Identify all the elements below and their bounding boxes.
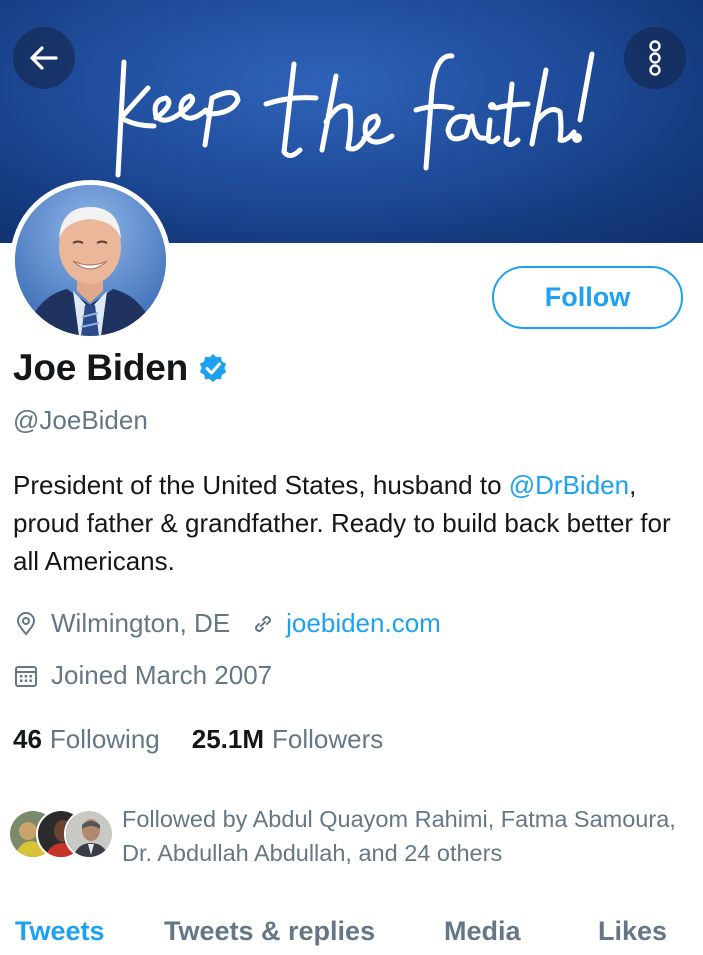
avatar-photo bbox=[15, 185, 166, 336]
followers-stat[interactable]: 25.1M Followers bbox=[192, 724, 384, 755]
profile-location-row: Wilmington, DE joebiden.com bbox=[13, 608, 441, 639]
profile-location: Wilmington, DE bbox=[51, 608, 231, 638]
followed-by-text: Followed by Abdul Quayom Rahimi, Fatma S… bbox=[122, 806, 676, 866]
link-icon bbox=[250, 611, 276, 637]
profile-tabs: Tweets Tweets & replies Media Likes bbox=[0, 912, 703, 955]
tab-likes[interactable]: Likes bbox=[598, 916, 667, 947]
verified-badge-icon bbox=[198, 353, 228, 383]
profile-stats: 46 Following 25.1M Followers bbox=[13, 724, 415, 755]
followed-by-avatars bbox=[8, 809, 118, 861]
tab-tweets[interactable]: Tweets bbox=[15, 916, 105, 947]
profile-name: Joe Biden bbox=[13, 347, 189, 388]
followers-label: Followers bbox=[272, 724, 384, 754]
arrow-left-icon bbox=[30, 46, 58, 70]
following-count: 46 bbox=[13, 724, 42, 754]
profile-avatar[interactable] bbox=[10, 180, 171, 341]
follower-avatar bbox=[64, 809, 114, 859]
bio-mention-link[interactable]: @DrBiden bbox=[509, 470, 629, 500]
profile-website-link[interactable]: joebiden.com bbox=[286, 608, 441, 639]
follow-button[interactable]: Follow bbox=[492, 266, 683, 329]
following-stat[interactable]: 46 Following bbox=[13, 724, 160, 755]
profile-handle: @JoeBiden bbox=[13, 405, 148, 435]
tab-media[interactable]: Media bbox=[444, 916, 521, 947]
tab-tweets-and-replies[interactable]: Tweets & replies bbox=[164, 916, 375, 947]
calendar-icon bbox=[13, 663, 39, 689]
more-options-button[interactable] bbox=[624, 27, 686, 89]
profile-bio: President of the United States, husband … bbox=[13, 466, 693, 580]
profile-joined-date: Joined March 2007 bbox=[51, 660, 273, 690]
followers-count: 25.1M bbox=[191, 724, 265, 754]
followed-by-section[interactable]: Followed by Abdul Quayom Rahimi, Fatma S… bbox=[8, 802, 698, 872]
profile-name-row: Joe Biden bbox=[13, 347, 228, 389]
location-pin-icon bbox=[13, 611, 39, 637]
bio-text: President of the United States, husband … bbox=[13, 470, 509, 500]
profile-joined-row: Joined March 2007 bbox=[13, 660, 272, 691]
back-button[interactable] bbox=[13, 27, 75, 89]
following-label: Following bbox=[49, 724, 160, 754]
more-vertical-icon bbox=[649, 40, 661, 76]
